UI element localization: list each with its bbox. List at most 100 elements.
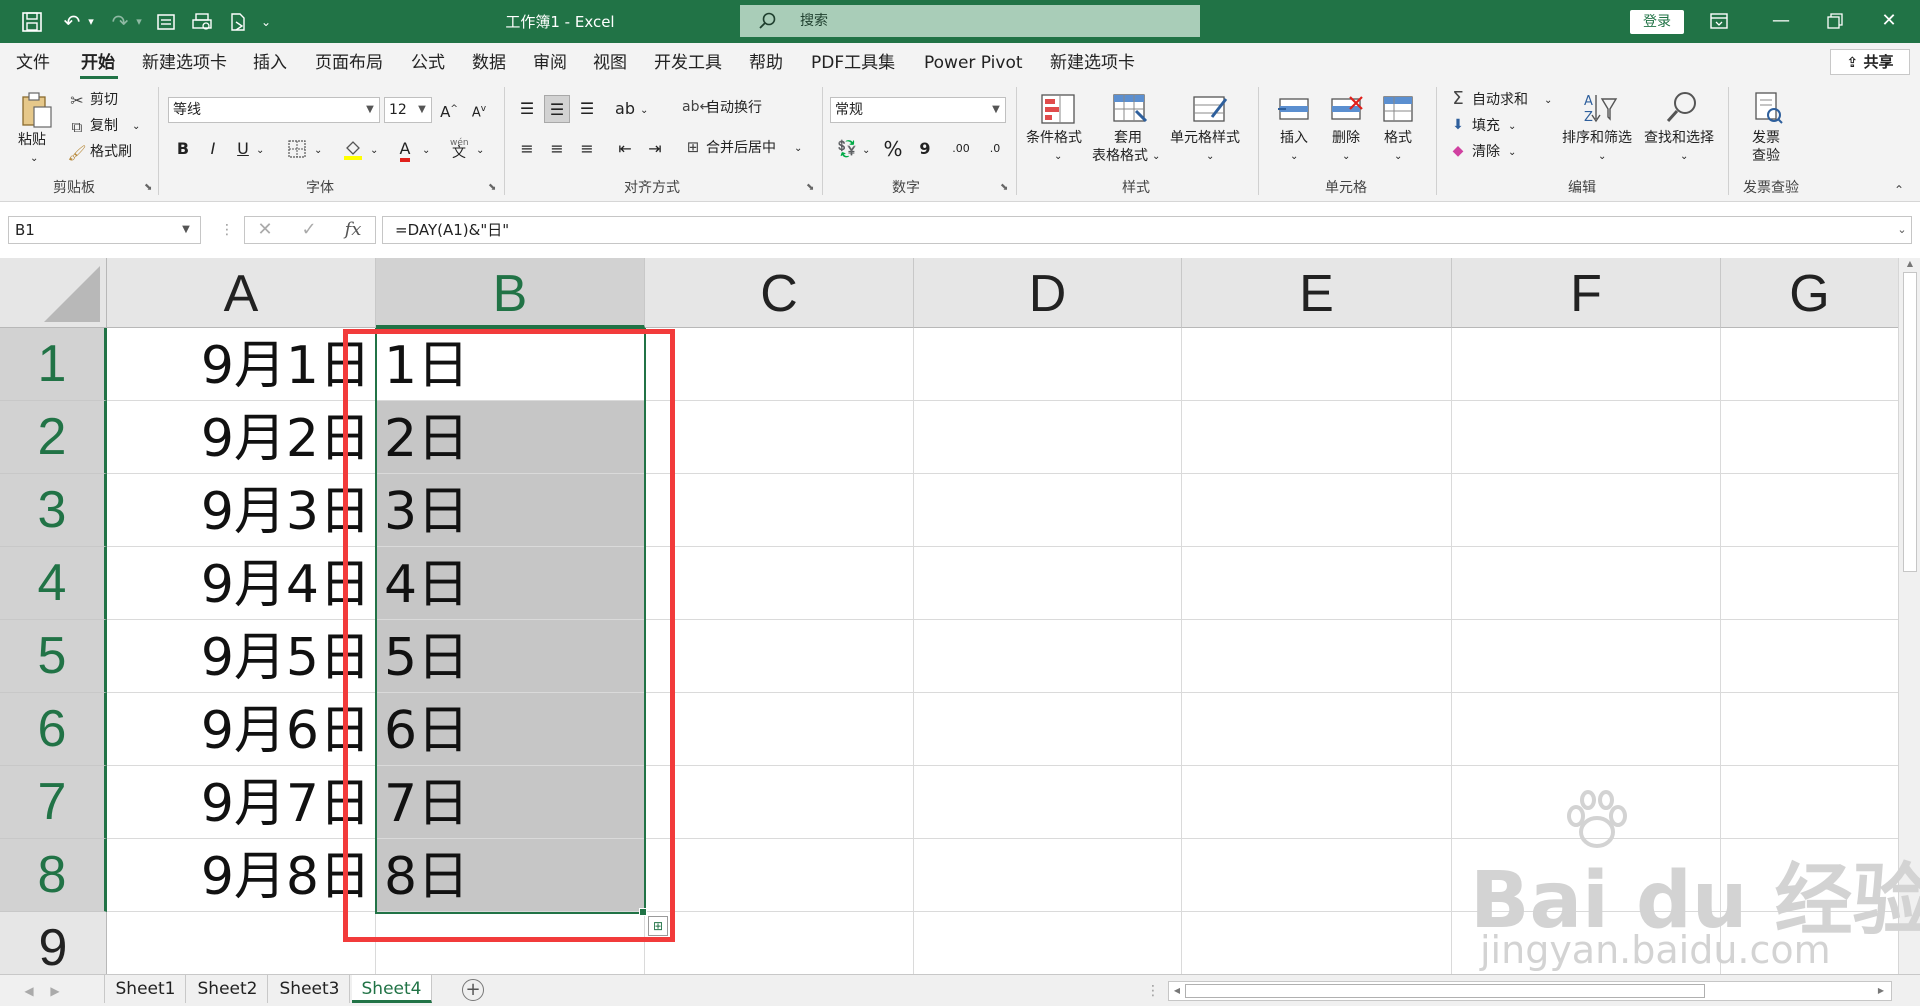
- minimize-icon[interactable]: —: [1758, 6, 1804, 36]
- cell-a6[interactable]: 9月6日: [107, 693, 375, 766]
- align-left-icon[interactable]: ≡: [514, 135, 540, 163]
- tab-developer[interactable]: 开发工具: [654, 51, 722, 75]
- format-cells-button[interactable]: 格式: [1384, 129, 1412, 147]
- insert-cells-button[interactable]: 插入: [1280, 129, 1308, 147]
- copy-button[interactable]: 复制: [90, 117, 118, 135]
- delete-cells-icon[interactable]: [1326, 93, 1366, 129]
- accounting-format-icon[interactable]: 💱: [834, 135, 860, 163]
- undo-icon[interactable]: ↶: [58, 8, 86, 36]
- cancel-entry-icon[interactable]: ✕: [250, 216, 280, 244]
- tab-new-tab-2[interactable]: 新建选项卡: [1050, 51, 1135, 75]
- sort-dropdown-icon[interactable]: ⌄: [1598, 149, 1606, 165]
- row-header-8[interactable]: 8: [0, 839, 107, 912]
- bold-button[interactable]: B: [170, 135, 196, 163]
- wrap-text-icon[interactable]: ab↵: [682, 95, 711, 119]
- tab-split-handle-icon[interactable]: ⋮: [1146, 981, 1160, 1001]
- cell-styles-icon[interactable]: [1190, 93, 1230, 129]
- invoice-check-line2[interactable]: 查验: [1752, 147, 1780, 165]
- expand-formula-bar-icon[interactable]: ⌄: [1892, 216, 1912, 244]
- sheet-tab-4[interactable]: Sheet4: [352, 975, 432, 1003]
- delete-cells-button[interactable]: 删除: [1332, 129, 1360, 147]
- tab-view[interactable]: 视图: [593, 51, 627, 75]
- column-header-b[interactable]: B: [376, 258, 645, 328]
- scroll-left-icon[interactable]: ◀: [1171, 984, 1183, 998]
- align-bottom-icon[interactable]: ☰: [574, 95, 600, 123]
- formula-input[interactable]: =DAY(A1)&"日": [382, 216, 1912, 244]
- autosum-dropdown-icon[interactable]: ⌄: [1544, 93, 1552, 109]
- clear-dropdown-icon[interactable]: ⌄: [1508, 145, 1516, 161]
- comma-style-button[interactable]: 9: [912, 135, 938, 163]
- border-icon[interactable]: [284, 135, 310, 163]
- format-as-table-line2[interactable]: 表格格式: [1092, 147, 1148, 165]
- column-header-f[interactable]: F: [1452, 258, 1721, 328]
- format-painter-button[interactable]: 格式刷: [90, 143, 132, 161]
- cell-a8[interactable]: 9月8日: [107, 839, 375, 912]
- font-name-dropdown-icon[interactable]: ▼: [363, 98, 377, 122]
- cell-a1[interactable]: 9月1日: [107, 328, 375, 401]
- column-header-c[interactable]: C: [645, 258, 914, 328]
- row-header-9[interactable]: 9: [0, 912, 107, 974]
- decrease-decimal-button[interactable]: .0: [980, 135, 1010, 163]
- increase-indent-icon[interactable]: ⇥: [642, 135, 668, 163]
- conditional-formatting-icon[interactable]: [1038, 93, 1078, 129]
- export-icon[interactable]: [224, 8, 252, 36]
- form-icon[interactable]: [152, 8, 180, 36]
- tab-help[interactable]: 帮助: [749, 51, 783, 75]
- conditional-formatting-button[interactable]: 条件格式: [1026, 129, 1082, 147]
- close-icon[interactable]: ✕: [1866, 6, 1912, 36]
- add-sheet-icon[interactable]: +: [462, 979, 484, 1001]
- format-painter-icon[interactable]: 🖌: [66, 141, 88, 163]
- name-box[interactable]: B1: [8, 216, 201, 244]
- next-sheet-icon[interactable]: ▶: [46, 981, 64, 1001]
- format-dropdown-icon[interactable]: ⌄: [1394, 149, 1402, 165]
- invoice-check-line1[interactable]: 发票: [1752, 129, 1780, 147]
- ribbon-display-options-icon[interactable]: [1696, 6, 1742, 36]
- row-header-7[interactable]: 7: [0, 766, 107, 839]
- column-header-g[interactable]: G: [1721, 258, 1899, 328]
- tab-new-tab-1[interactable]: 新建选项卡: [142, 51, 227, 75]
- clipboard-launcher-icon[interactable]: ⬊: [144, 183, 154, 193]
- insert-cells-icon[interactable]: [1274, 93, 1314, 129]
- merge-center-button[interactable]: 合并后居中: [706, 139, 776, 157]
- cell-a5[interactable]: 9月5日: [107, 620, 375, 693]
- decrease-indent-icon[interactable]: ⇤: [612, 135, 638, 163]
- login-button[interactable]: 登录: [1630, 10, 1684, 34]
- tab-pdf-tools[interactable]: PDF工具集: [811, 51, 895, 75]
- row-header-5[interactable]: 5: [0, 620, 107, 693]
- insert-function-button[interactable]: fx: [338, 216, 368, 244]
- find-select-button[interactable]: 查找和选择: [1644, 129, 1714, 147]
- clear-icon[interactable]: ◆: [1448, 139, 1468, 163]
- cell-a4[interactable]: 9月4日: [107, 547, 375, 620]
- tab-insert[interactable]: 插入: [253, 51, 287, 75]
- tab-formulas[interactable]: 公式: [411, 51, 445, 75]
- undo-dropdown-icon[interactable]: ▾: [84, 8, 98, 36]
- cell-a7[interactable]: 9月7日: [107, 766, 375, 839]
- orientation-dropdown-icon[interactable]: ⌄: [640, 103, 648, 119]
- column-header-d[interactable]: D: [914, 258, 1182, 328]
- paste-icon[interactable]: [18, 91, 56, 131]
- accounting-dropdown-icon[interactable]: ⌄: [862, 143, 870, 159]
- copy-dropdown-icon[interactable]: ⌄: [132, 119, 140, 135]
- save-icon[interactable]: [18, 8, 46, 36]
- sheet-tab-2[interactable]: Sheet2: [188, 975, 268, 1003]
- tab-power-pivot[interactable]: Power Pivot: [924, 51, 1023, 75]
- font-name-combo[interactable]: 等线 ▼: [168, 97, 380, 123]
- cell-a2[interactable]: 9月2日: [107, 401, 375, 474]
- sort-filter-icon[interactable]: AZ: [1580, 91, 1620, 127]
- sheet-tab-1[interactable]: Sheet1: [106, 975, 186, 1003]
- cell-a3[interactable]: 9月3日: [107, 474, 375, 547]
- wrap-text-button[interactable]: 自动换行: [706, 99, 762, 117]
- confirm-entry-icon[interactable]: ✓: [294, 216, 324, 244]
- fill-dropdown-icon[interactable]: ⌄: [1508, 119, 1516, 135]
- prev-sheet-icon[interactable]: ◀: [20, 981, 38, 1001]
- name-box-dropdown-icon[interactable]: ▼: [178, 216, 194, 244]
- sheet-tab-3[interactable]: Sheet3: [270, 975, 350, 1003]
- font-size-dropdown-icon[interactable]: ▼: [415, 98, 429, 122]
- number-format-combo[interactable]: 常规 ▼: [830, 97, 1006, 123]
- row-header-6[interactable]: 6: [0, 693, 107, 766]
- scroll-right-icon[interactable]: ▶: [1875, 984, 1887, 998]
- italic-button[interactable]: I: [200, 135, 226, 163]
- font-size-combo[interactable]: 12 ▼: [384, 97, 432, 123]
- copy-icon[interactable]: ⧉: [66, 115, 88, 137]
- cut-button[interactable]: 剪切: [90, 91, 118, 109]
